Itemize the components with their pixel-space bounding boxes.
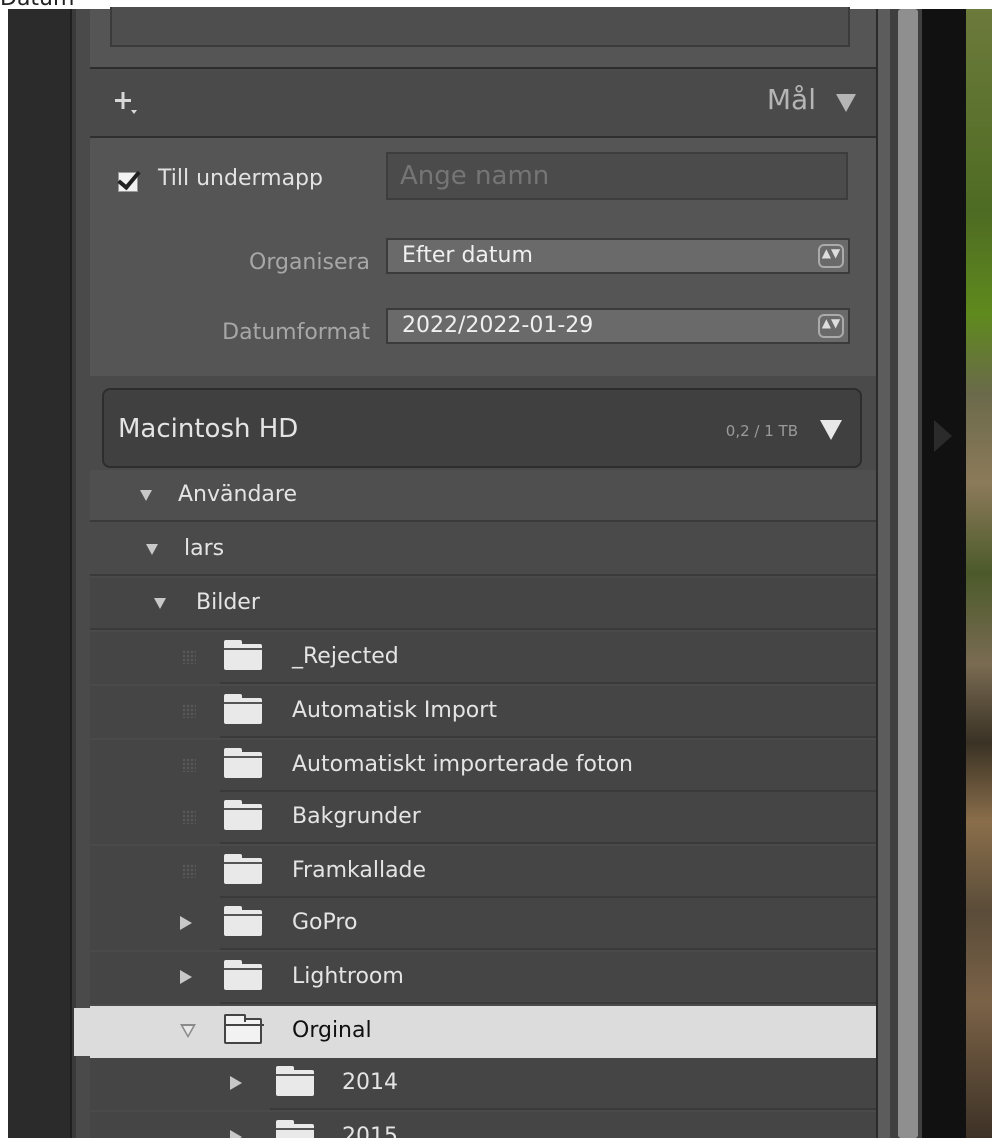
folder-label: Automatiskt importerade foton <box>292 752 633 777</box>
panel-edge <box>876 9 890 1138</box>
folder-icon <box>224 906 262 936</box>
disclosure-open-icon[interactable] <box>146 544 158 555</box>
folder-label: 2014 <box>342 1070 398 1095</box>
tree-row-anvandare[interactable]: Användare <box>90 470 876 522</box>
panel-collapse-gutter[interactable] <box>922 9 966 1138</box>
organize-value: Efter datum <box>402 243 533 268</box>
folder-icon <box>276 1120 314 1138</box>
drag-grip-icon <box>182 810 196 824</box>
folder-icon <box>224 800 262 830</box>
tree-row-gopro[interactable]: GoPro <box>90 898 876 950</box>
disclosure-open-icon[interactable] <box>180 1024 196 1038</box>
date-format-label: Datumformat <box>222 320 370 345</box>
selection-pointer-icon <box>74 1008 118 1056</box>
row-divider <box>270 1108 876 1110</box>
left-edge-strip <box>8 9 70 1138</box>
disclosure-closed-icon[interactable] <box>230 1130 242 1138</box>
date-format-select[interactable]: 2022/2022-01-29 ▲▼ <box>386 308 850 344</box>
volume-header[interactable]: Macintosh HD 0,2 / 1 TB <box>102 388 862 468</box>
disclosure-closed-icon[interactable] <box>180 916 192 930</box>
disclosure-open-icon[interactable] <box>140 490 152 501</box>
tree-row-bakgrunder[interactable]: Bakgrunder <box>90 792 876 844</box>
row-divider <box>220 842 876 844</box>
organize-label: Organisera <box>249 250 370 275</box>
folder-label: GoPro <box>292 910 358 935</box>
panel-scroll-thumb[interactable] <box>898 9 918 1138</box>
destination-settings: Till undermapp Organisera Efter datum ▲▼… <box>90 136 876 376</box>
section-collapse-icon[interactable] <box>836 94 856 112</box>
folder-icon <box>224 694 262 724</box>
disclosure-open-icon[interactable] <box>154 598 166 609</box>
disclosure-closed-icon[interactable] <box>230 1076 242 1090</box>
collapse-panel-arrow-icon[interactable] <box>934 420 952 452</box>
folder-label: lars <box>184 536 225 561</box>
date-format-value: 2022/2022-01-29 <box>402 313 594 338</box>
tree-row-automatisk-import[interactable]: Automatisk Import <box>90 686 876 738</box>
tree-row-2014[interactable]: 2014 <box>90 1058 876 1110</box>
row-divider <box>220 682 876 684</box>
folder-label: Bakgrunder <box>292 804 421 829</box>
folder-label: Orginal <box>292 1018 372 1043</box>
row-divider <box>90 520 876 522</box>
folder-label: Användare <box>178 482 297 507</box>
subfolder-label[interactable]: Till undermapp <box>158 166 323 191</box>
subfolder-name-input[interactable] <box>386 152 848 200</box>
folder-label: Lightroom <box>292 964 404 989</box>
folder-label: Automatisk Import <box>292 698 497 723</box>
folder-label: Bilder <box>196 590 260 615</box>
subfolder-checkbox[interactable] <box>118 172 138 192</box>
folder-icon <box>224 854 262 884</box>
folder-label: Framkallade <box>292 858 427 883</box>
folder-icon <box>224 748 262 778</box>
destination-section-header[interactable]: Mål <box>90 70 876 136</box>
drag-grip-icon <box>182 864 196 878</box>
tree-row-lars[interactable]: lars <box>90 524 876 576</box>
tree-row-2015[interactable]: 2015 <box>90 1112 876 1138</box>
drag-grip-icon <box>182 650 196 664</box>
folder-icon <box>224 1014 264 1044</box>
volume-name: Macintosh HD <box>118 414 299 444</box>
drag-grip-icon <box>182 704 196 718</box>
tree-row-orginal[interactable]: Orginal <box>90 1006 876 1058</box>
folder-icon <box>224 960 262 990</box>
row-divider <box>220 1002 876 1004</box>
tree-row-rejected[interactable]: _Rejected <box>90 632 876 684</box>
previous-section-box <box>110 7 850 47</box>
folder-icon <box>224 640 262 670</box>
folder-label: _Rejected <box>292 644 399 669</box>
drag-grip-icon <box>182 758 196 772</box>
tree-row-framkallade[interactable]: Framkallade <box>90 846 876 898</box>
section-title: Mål <box>766 83 816 116</box>
row-divider <box>90 628 876 630</box>
disclosure-closed-icon[interactable] <box>180 970 192 984</box>
folder-icon <box>276 1066 314 1096</box>
tree-row-bilder[interactable]: Bilder <box>90 578 876 630</box>
row-divider <box>220 948 876 950</box>
tree-row-lightroom[interactable]: Lightroom <box>90 952 876 1004</box>
select-stepper-icon[interactable]: ▲▼ <box>818 314 844 338</box>
photo-preview-edge <box>966 9 992 1138</box>
add-preset-icon[interactable] <box>112 88 140 116</box>
previous-section-footer <box>90 7 876 69</box>
select-stepper-icon[interactable]: ▲▼ <box>818 244 844 268</box>
folder-label: 2015 <box>342 1124 398 1138</box>
row-divider <box>90 574 876 576</box>
volume-usage: 0,2 / 1 TB <box>725 422 798 440</box>
tree-row-automatiskt-importerade[interactable]: Automatiskt importerade foton <box>90 740 876 792</box>
organize-select[interactable]: Efter datum ▲▼ <box>386 238 850 274</box>
row-divider <box>220 736 876 738</box>
volume-collapse-icon[interactable] <box>820 420 842 440</box>
